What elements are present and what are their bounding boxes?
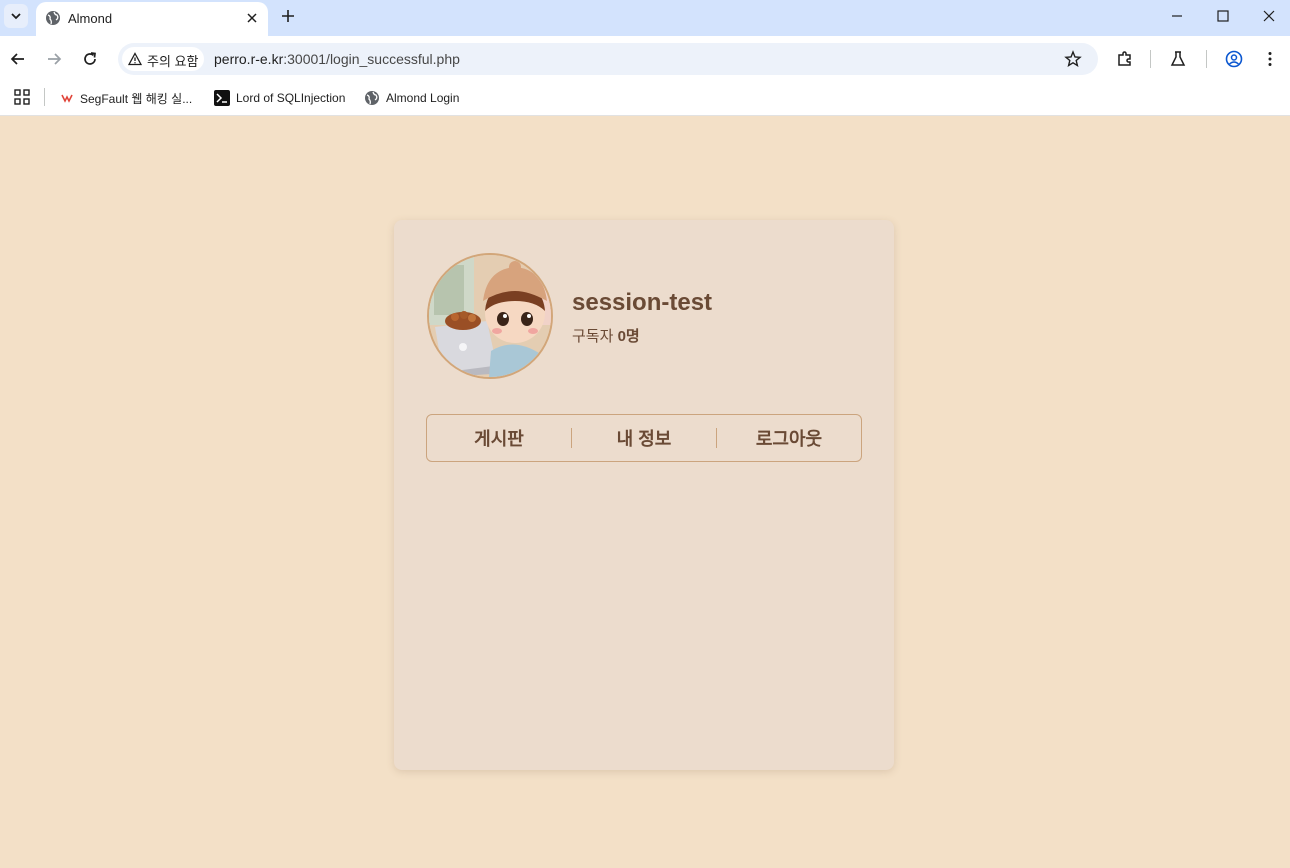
avatar-illustration bbox=[429, 255, 551, 377]
profile-card: session-test 구독자 0명 게시판 내 정보 로그아웃 bbox=[394, 220, 894, 770]
maximize-icon[interactable] bbox=[1215, 8, 1231, 24]
bookmark-label: SegFault 웹 해킹 실... bbox=[80, 91, 193, 106]
globe-icon bbox=[365, 91, 379, 105]
security-label: 주의 요함 bbox=[147, 54, 199, 69]
logout-button[interactable]: 로그아웃 bbox=[717, 415, 861, 461]
more-menu-icon[interactable] bbox=[1261, 50, 1279, 68]
security-warning-chip[interactable]: 주의 요함 bbox=[122, 47, 204, 71]
terminal-icon bbox=[214, 90, 230, 106]
forward-arrow-icon[interactable] bbox=[45, 50, 63, 68]
subscriber-label: 구독자 bbox=[572, 328, 614, 345]
tab-bar: Almond bbox=[0, 0, 1290, 36]
bookmark-star-icon[interactable] bbox=[1064, 50, 1082, 68]
toolbar-separator bbox=[1150, 50, 1151, 68]
board-button[interactable]: 게시판 bbox=[427, 415, 571, 461]
bookmark-label: Lord of SQLInjection bbox=[236, 91, 346, 105]
segfault-favicon-icon bbox=[61, 94, 73, 103]
reload-icon[interactable] bbox=[81, 50, 99, 68]
minimize-icon[interactable] bbox=[1169, 8, 1185, 24]
back-arrow-icon[interactable] bbox=[9, 50, 27, 68]
tab-search-button[interactable] bbox=[4, 4, 28, 28]
bookmark-segfault[interactable]: SegFault 웹 해킹 실... bbox=[60, 88, 192, 108]
globe-icon bbox=[46, 11, 60, 25]
extensions-puzzle-icon[interactable] bbox=[1116, 50, 1134, 68]
warning-icon bbox=[128, 52, 142, 66]
profile-username: session-test bbox=[572, 289, 713, 316]
browser-toolbar: 주의 요함 perro.r-e.kr:30001/login_successfu… bbox=[0, 36, 1290, 80]
address-bar[interactable]: 주의 요함 perro.r-e.kr:30001/login_successfu… bbox=[118, 43, 1098, 75]
bookmark-lord-of-sqli[interactable]: Lord of SQLInjection bbox=[214, 88, 345, 108]
url-path: :30001/login_successful.php bbox=[283, 51, 460, 67]
url-text[interactable]: perro.r-e.kr:30001/login_successful.php bbox=[214, 51, 460, 67]
new-tab-icon[interactable] bbox=[280, 8, 296, 24]
profile-nav: 게시판 내 정보 로그아웃 bbox=[426, 414, 862, 462]
profile-avatar-icon[interactable] bbox=[1225, 50, 1243, 68]
bookmark-almond-login[interactable]: Almond Login bbox=[364, 88, 459, 108]
bookmarks-bar: SegFault 웹 해킹 실... Lord of SQLInjection … bbox=[0, 80, 1290, 116]
chevron-down-icon bbox=[11, 13, 21, 20]
toolbar-separator bbox=[1206, 50, 1207, 68]
profile-avatar bbox=[427, 253, 553, 379]
bookmarks-separator bbox=[44, 88, 45, 106]
browser-tab[interactable]: Almond bbox=[36, 2, 268, 36]
subscriber-count: 구독자 0명 bbox=[572, 325, 640, 346]
window-close-icon[interactable] bbox=[1261, 8, 1277, 24]
my-info-button[interactable]: 내 정보 bbox=[572, 415, 716, 461]
labs-flask-icon[interactable] bbox=[1169, 50, 1187, 68]
bookmark-label: Almond Login bbox=[386, 91, 460, 105]
tab-title: Almond bbox=[68, 11, 113, 26]
close-tab-icon[interactable] bbox=[244, 10, 260, 26]
subscriber-value: 0명 bbox=[617, 328, 640, 345]
apps-grid-icon[interactable] bbox=[14, 89, 30, 105]
url-host: perro.r-e.kr bbox=[214, 51, 284, 67]
